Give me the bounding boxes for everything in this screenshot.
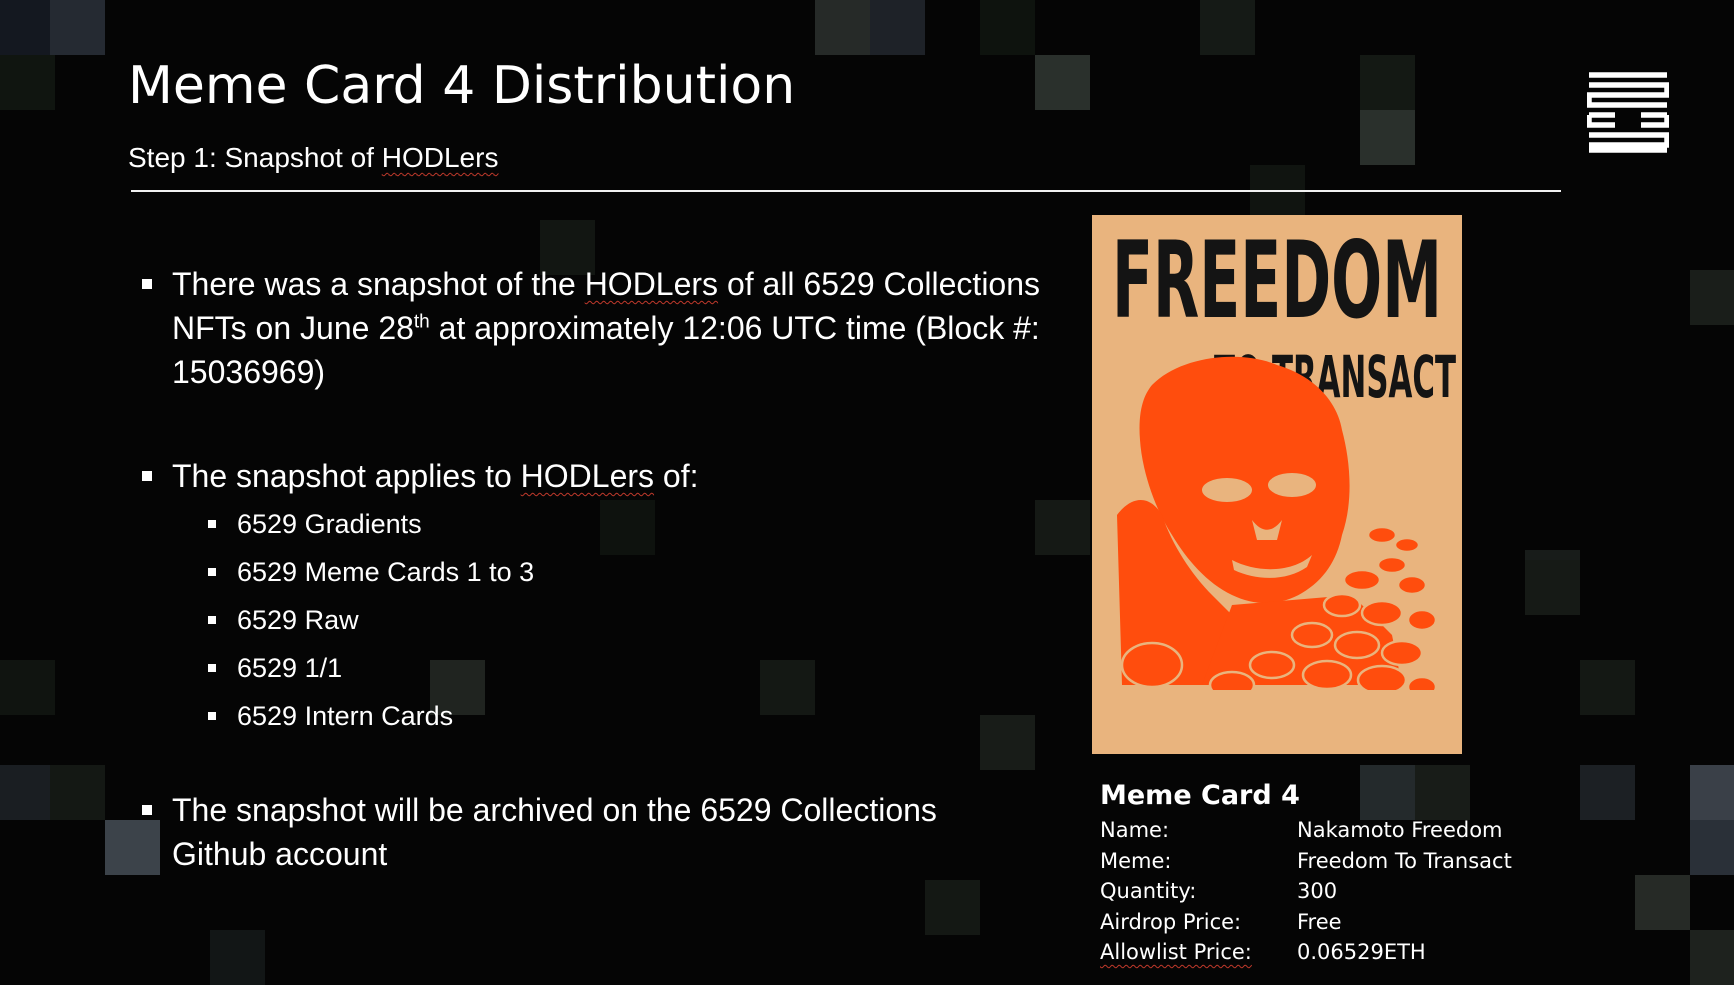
bg-tile [1580,765,1635,820]
bg-tile [1690,930,1734,985]
bg-tile [0,0,55,55]
info-value: Freedom To Transact [1297,848,1512,873]
slide-title: Meme Card 4 Distribution [128,56,796,116]
sub-bullet-raw: 6529 Raw [140,602,1040,638]
card-info-row-meme: Meme: Freedom To Transact [1100,846,1520,877]
bullet-text: There was a snapshot of the [172,266,585,302]
card-info-panel: Meme Card 4 Name: Nakamoto Freedom Meme: F… [1100,780,1520,968]
sub-bullet-intern-cards: 6529 Intern Cards [140,698,1040,734]
info-label: Quantity: [1100,879,1197,903]
ordinal-suffix: th [413,311,430,333]
bg-tile [1200,0,1255,55]
bg-tile [50,0,105,55]
bg-tile [0,55,55,110]
bg-tile [210,930,265,985]
card-info-row-name: Name: Nakamoto Freedom [1100,815,1520,846]
bg-tile [925,880,980,935]
card-info-row-allowlist-price: Allowlist Price: 0.06529ETH [1100,937,1520,968]
bg-tile [1360,55,1415,110]
bullet-archive: The snapshot will be archived on the 652… [140,788,1040,876]
bg-tile [980,0,1035,55]
info-value: 0.06529ETH [1297,940,1426,964]
info-value: 300 [1297,879,1338,903]
bg-tile [1035,55,1090,110]
sub-bullet-gradients: 6529 Gradients [140,506,1040,542]
sub-bullet-meme-cards: 6529 Meme Cards 1 to 3 [140,554,1040,590]
bg-tile [0,660,55,715]
card-info-row-airdrop-price: Airdrop Price: Free [1100,907,1520,938]
info-value: Free [1297,909,1342,934]
slide: Meme Card 4 Distribution Step 1: Snapsho… [0,0,1734,985]
info-value: Nakamoto Freedom [1297,818,1503,842]
slide-subtitle: Step 1: Snapshot of HODLers [128,142,498,174]
card-info-row-quantity: Quantity: 300 [1100,876,1520,907]
bg-tile [1690,270,1734,325]
card-info-title: Meme Card 4 [1100,780,1300,811]
info-label: Allowlist Price: [1100,940,1252,964]
bg-tile [870,0,925,55]
6529-logo-icon [1586,71,1670,153]
bg-tile [815,0,870,55]
bg-tile [1360,110,1415,165]
bg-tile [1635,875,1690,930]
bg-tile [0,765,55,820]
bullet-snapshot: There was a snapshot of the HODLers of a… [140,262,1040,394]
bullet-list: There was a snapshot of the HODLers of a… [140,262,1040,876]
bg-tile [1035,500,1090,555]
bullet-applies: The snapshot applies to HODLers of: [140,454,1040,498]
bg-tile [1690,820,1734,875]
info-label: Airdrop Price: [1100,909,1242,934]
bg-tile [50,765,105,820]
subtitle-text: Step 1: Snapshot of [128,142,382,173]
subtitle-term: HODLers [381,142,499,173]
bullet-term: HODLers [584,266,719,302]
bullet-text: The snapshot applies to [172,458,521,494]
title-divider [131,190,1561,192]
meme-card-artwork: FREEDOM TO TRANSACT [1092,215,1462,754]
bg-tile [1690,765,1734,820]
artwork-title-line1: FREEDOM [1112,219,1442,342]
bg-tile [1250,165,1305,220]
info-label: Name: [1100,818,1170,842]
bullet-term: HODLers [520,458,655,494]
bg-tile [1580,660,1635,715]
bg-tile [1525,560,1580,615]
info-label: Meme: [1100,848,1172,873]
sub-bullet-one-of-one: 6529 1/1 [140,650,1040,686]
bullet-text: of: [654,458,699,494]
